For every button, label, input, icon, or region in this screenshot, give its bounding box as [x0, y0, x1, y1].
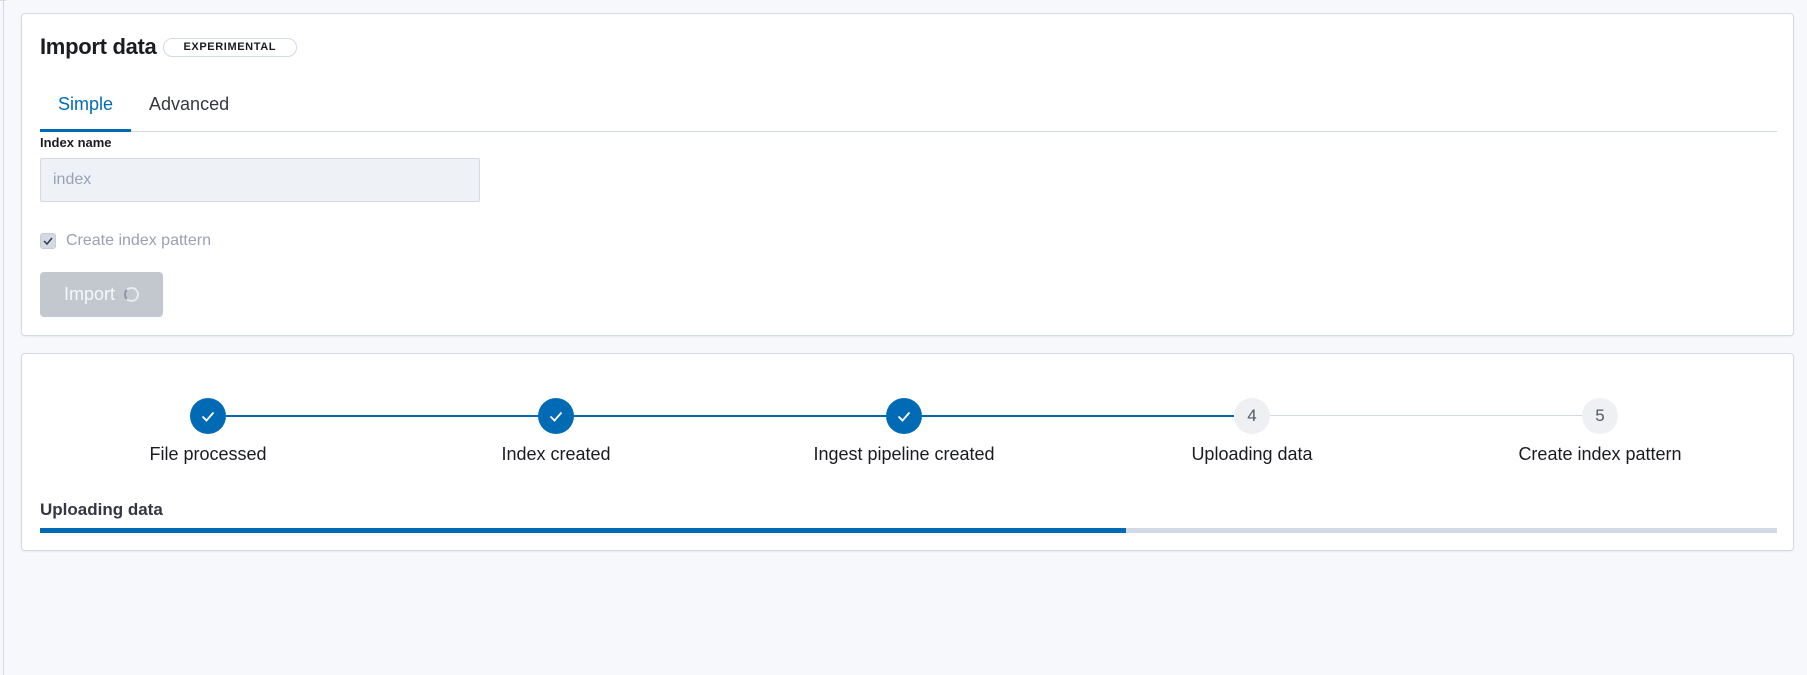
loading-spinner-icon [124, 287, 139, 302]
step-number-badge: 4 [1234, 398, 1270, 434]
step-title: Ingest pipeline created [813, 444, 995, 464]
import-data-panel: Import data EXPERIMENTAL Simple Advanced… [21, 13, 1794, 336]
import-progress-panel: File processed Index created Ingest pipe… [21, 353, 1794, 551]
step-create-index-pattern: 5 Create index pattern [1440, 398, 1760, 465]
step-complete-badge [538, 398, 574, 434]
import-title-row: Import data EXPERIMENTAL [40, 34, 298, 60]
import-button[interactable]: Import [40, 272, 163, 317]
check-icon [549, 411, 563, 422]
page-top-border [0, 0, 6, 1]
create-index-pattern-checkbox[interactable] [40, 233, 56, 249]
import-steps: File processed Index created Ingest pipe… [22, 354, 1793, 474]
page-left-border [3, 0, 4, 675]
checkmark-icon [43, 237, 53, 245]
create-index-pattern-row: Create index pattern [40, 232, 211, 250]
import-button-label: Import [63, 284, 115, 304]
step-title: File processed [149, 444, 267, 464]
upload-progress-fill [40, 528, 1126, 533]
step-title: Index created [501, 444, 611, 464]
experimental-badge: EXPERIMENTAL [162, 38, 298, 57]
check-icon [897, 411, 911, 422]
create-index-pattern-label: Create index pattern [66, 232, 211, 249]
step-complete-badge [886, 398, 922, 434]
index-name-label: Index name [40, 135, 112, 150]
check-icon [201, 411, 215, 422]
tab-simple[interactable]: Simple [40, 77, 132, 132]
step-uploading-data: 4 Uploading data [1092, 398, 1412, 465]
import-tabs: Simple Advanced [40, 77, 1777, 132]
tab-advanced[interactable]: Advanced [131, 77, 247, 131]
panel-title: Import data [40, 34, 157, 59]
step-title: Create index pattern [1518, 444, 1682, 464]
step-index-created: Index created [396, 398, 716, 465]
step-complete-badge [190, 398, 226, 434]
step-file-processed: File processed [48, 398, 368, 465]
step-ingest-pipeline-created: Ingest pipeline created [744, 398, 1064, 465]
index-name-input[interactable] [40, 158, 480, 202]
step-number-badge: 5 [1582, 398, 1618, 434]
progress-title: Uploading data [40, 500, 163, 519]
step-title: Uploading data [1191, 444, 1313, 464]
upload-progress-bar [40, 528, 1777, 533]
